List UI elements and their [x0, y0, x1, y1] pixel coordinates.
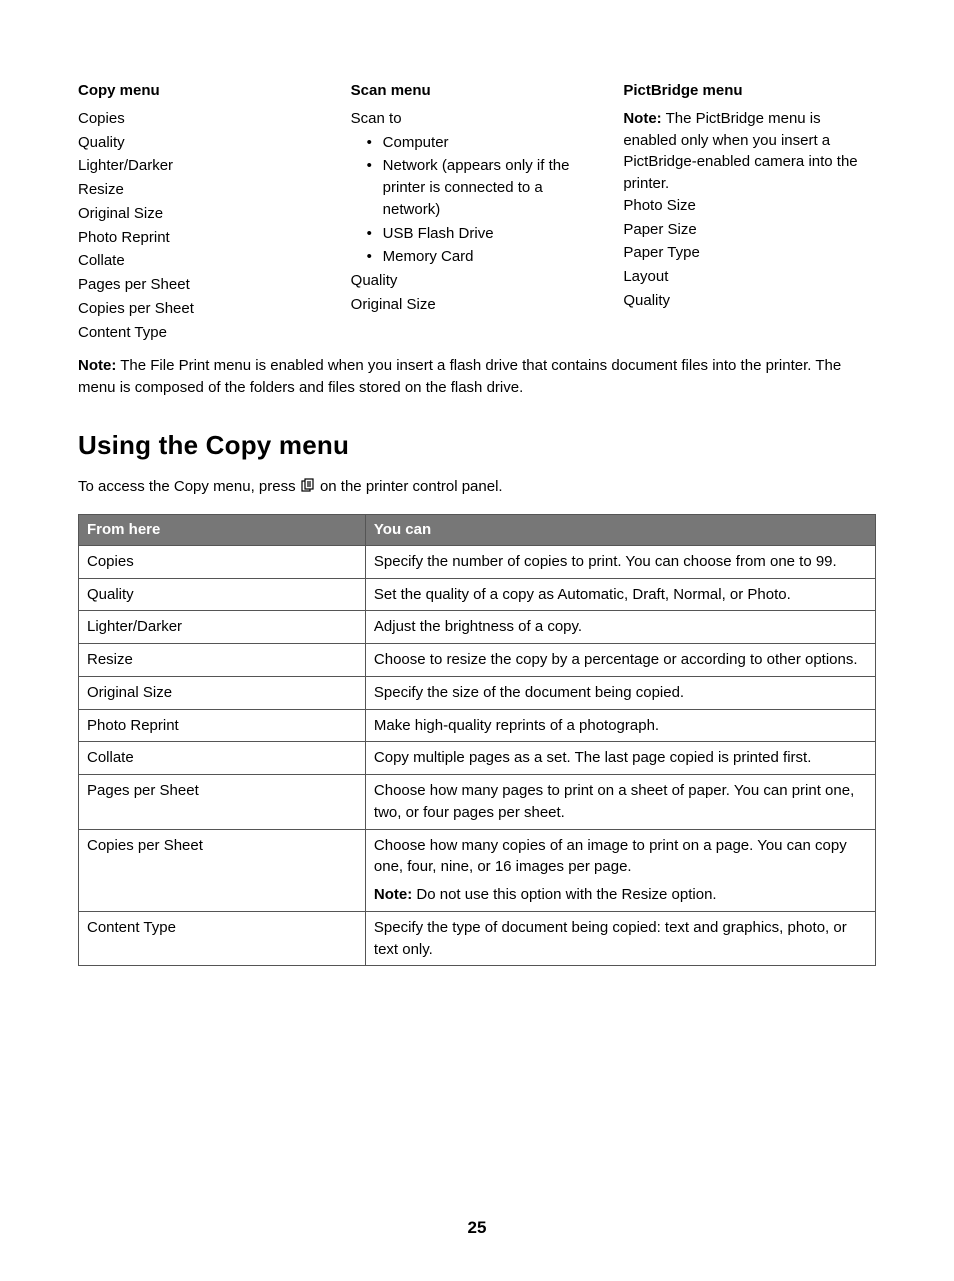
cell-youcan: Choose how many copies of an image to pr…	[365, 829, 875, 911]
list-item: Paper Size	[623, 219, 876, 241]
list-item: Pages per Sheet	[78, 274, 331, 296]
cell-from: Quality	[79, 578, 366, 611]
cell-youcan: Set the quality of a copy as Automatic, …	[365, 578, 875, 611]
pictbridge-menu-column: PictBridge menu Note: The PictBridge men…	[623, 80, 876, 345]
scan-to-label: Scan to	[351, 108, 604, 130]
list-item: Computer	[371, 132, 604, 154]
list-item: Copies	[78, 108, 331, 130]
cell-youcan: Copy multiple pages as a set. The last p…	[365, 742, 875, 775]
note-text: Do not use this option with the Resize o…	[412, 886, 716, 903]
table-row: Photo Reprint Make high-quality reprints…	[79, 709, 876, 742]
section-title: Using the Copy menu	[78, 427, 876, 465]
list-item: Quality	[351, 270, 604, 292]
scan-trailing-list: Quality Original Size	[351, 270, 604, 316]
list-item: Lighter/Darker	[78, 155, 331, 177]
list-item: Photo Reprint	[78, 227, 331, 249]
cell-from: Content Type	[79, 911, 366, 966]
list-item: Resize	[78, 179, 331, 201]
copy-menu-header: Copy menu	[78, 80, 331, 102]
cell-note: Note: Do not use this option with the Re…	[374, 884, 867, 906]
list-item: Paper Type	[623, 242, 876, 264]
table-row: Copies per Sheet Choose how many copies …	[79, 829, 876, 911]
file-print-note: Note: The File Print menu is enabled whe…	[78, 355, 876, 399]
cell-from: Collate	[79, 742, 366, 775]
cell-from: Copies	[79, 545, 366, 578]
table-header-youcan: You can	[365, 515, 875, 546]
note-label: Note:	[374, 886, 412, 903]
table-row: Copies Specify the number of copies to p…	[79, 545, 876, 578]
note-text: The File Print menu is enabled when you …	[78, 357, 841, 396]
table-row: Lighter/Darker Adjust the brightness of …	[79, 611, 876, 644]
list-item: Layout	[623, 266, 876, 288]
access-line: To access the Copy menu, press on the pr…	[78, 476, 876, 498]
list-item: Quality	[623, 290, 876, 312]
copy-button-icon	[300, 478, 316, 494]
table-row: Quality Set the quality of a copy as Aut…	[79, 578, 876, 611]
cell-from: Resize	[79, 644, 366, 677]
cell-youcan: Adjust the brightness of a copy.	[365, 611, 875, 644]
page-number: 25	[78, 1216, 876, 1241]
cell-from: Pages per Sheet	[79, 775, 366, 830]
list-item: USB Flash Drive	[371, 223, 604, 245]
table-header-row: From here You can	[79, 515, 876, 546]
pictbridge-list: Photo Size Paper Size Paper Type Layout …	[623, 195, 876, 312]
table-row: Content Type Specify the type of documen…	[79, 911, 876, 966]
cell-from: Lighter/Darker	[79, 611, 366, 644]
note-label: Note:	[78, 357, 116, 374]
cell-youcan: Choose to resize the copy by a percentag…	[365, 644, 875, 677]
copy-menu-table: From here You can Copies Specify the num…	[78, 514, 876, 966]
list-item: Quality	[78, 132, 331, 154]
list-item: Content Type	[78, 322, 331, 344]
list-item: Original Size	[78, 203, 331, 225]
list-item: Collate	[78, 250, 331, 272]
scan-menu-column: Scan menu Scan to Computer Network (appe…	[351, 80, 604, 345]
scan-to-list: Computer Network (appears only if the pr…	[351, 132, 604, 269]
scan-menu-header: Scan menu	[351, 80, 604, 102]
cell-youcan-text: Choose how many copies of an image to pr…	[374, 835, 867, 879]
access-pre: To access the Copy menu, press	[78, 478, 300, 495]
list-item: Photo Size	[623, 195, 876, 217]
table-header-from: From here	[79, 515, 366, 546]
table-row: Pages per Sheet Choose how many pages to…	[79, 775, 876, 830]
list-item: Copies per Sheet	[78, 298, 331, 320]
cell-youcan: Specify the type of document being copie…	[365, 911, 875, 966]
cell-from: Copies per Sheet	[79, 829, 366, 911]
cell-youcan: Specify the number of copies to print. Y…	[365, 545, 875, 578]
pictbridge-menu-header: PictBridge menu	[623, 80, 876, 102]
table-row: Collate Copy multiple pages as a set. Th…	[79, 742, 876, 775]
table-row: Resize Choose to resize the copy by a pe…	[79, 644, 876, 677]
access-post: on the printer control panel.	[316, 478, 503, 495]
cell-youcan: Choose how many pages to print on a shee…	[365, 775, 875, 830]
cell-youcan: Specify the size of the document being c…	[365, 676, 875, 709]
cell-youcan: Make high-quality reprints of a photogra…	[365, 709, 875, 742]
pictbridge-note: Note: The PictBridge menu is enabled onl…	[623, 108, 876, 195]
copy-menu-list: Copies Quality Lighter/Darker Resize Ori…	[78, 108, 331, 344]
table-row: Original Size Specify the size of the do…	[79, 676, 876, 709]
list-item: Network (appears only if the printer is …	[371, 155, 604, 220]
note-label: Note:	[623, 110, 661, 127]
cell-from: Original Size	[79, 676, 366, 709]
copy-menu-column: Copy menu Copies Quality Lighter/Darker …	[78, 80, 331, 345]
cell-from: Photo Reprint	[79, 709, 366, 742]
list-item: Memory Card	[371, 246, 604, 268]
list-item: Original Size	[351, 294, 604, 316]
menu-columns: Copy menu Copies Quality Lighter/Darker …	[78, 80, 876, 345]
